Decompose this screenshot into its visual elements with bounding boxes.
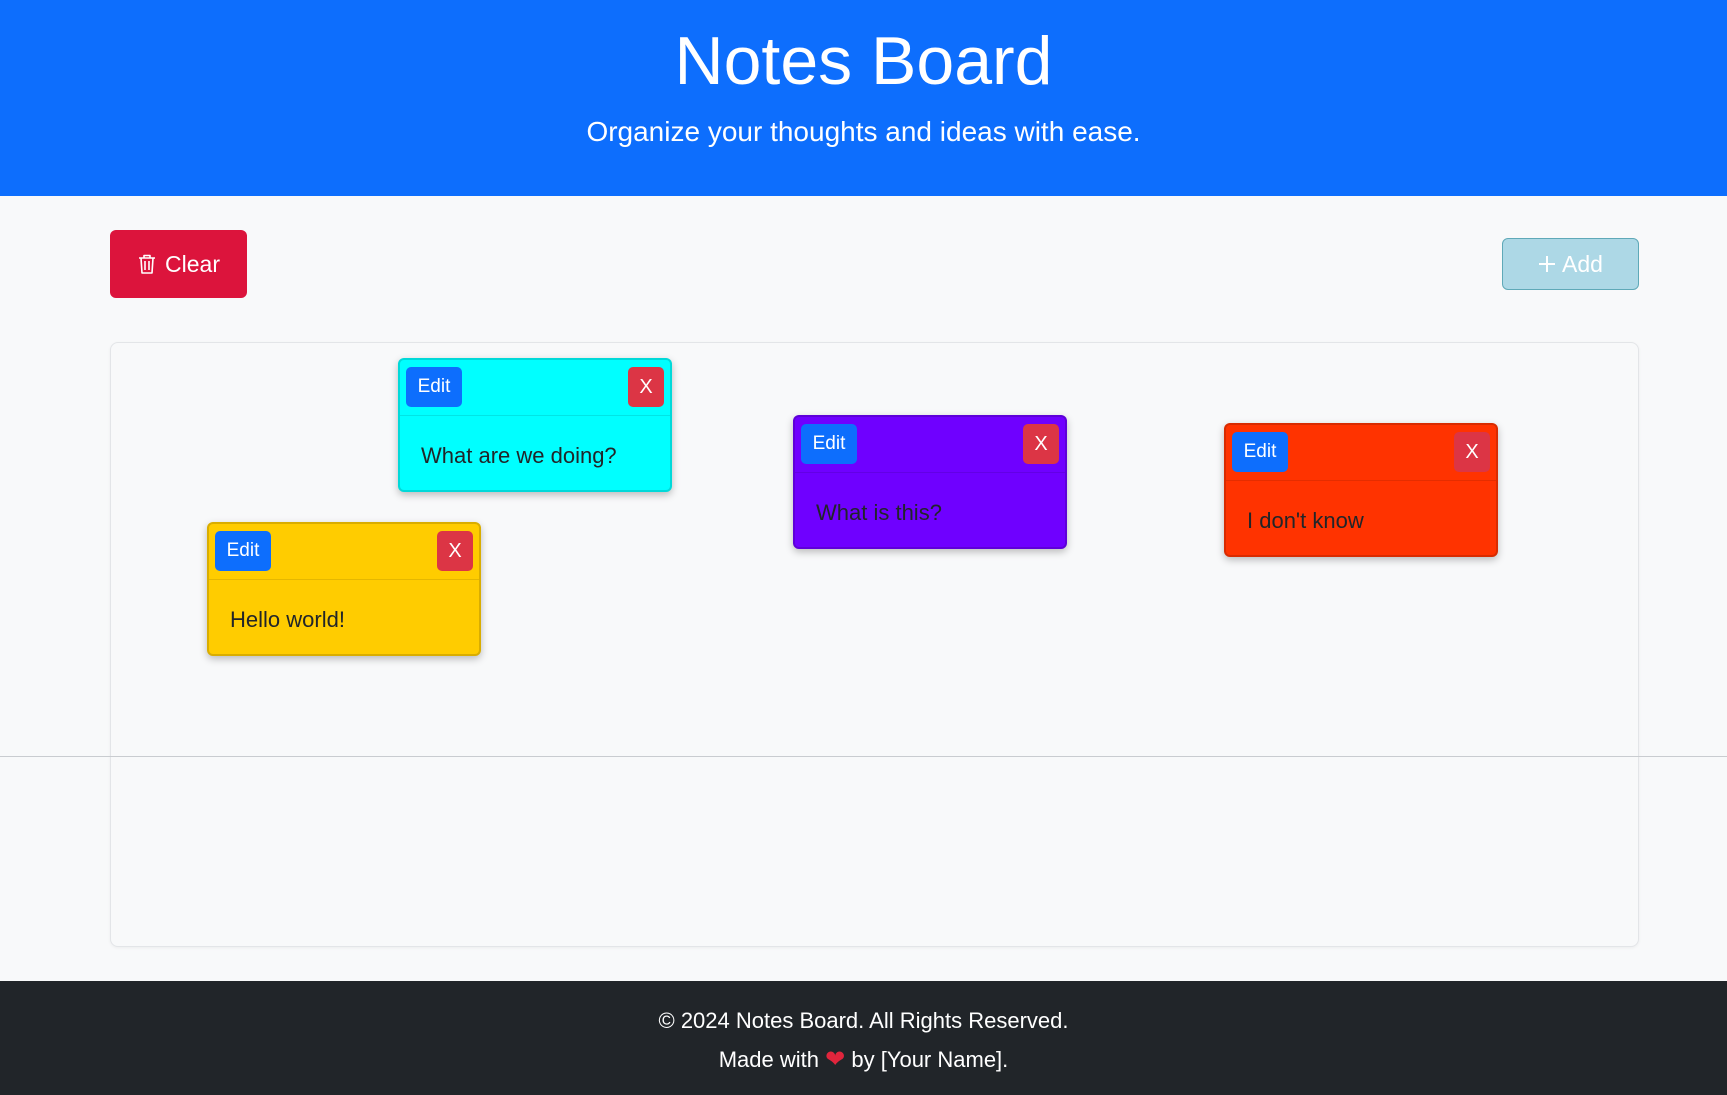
note-card[interactable]: Edit X Hello world! [207,522,481,656]
page-subtitle: Organize your thoughts and ideas with ea… [586,116,1141,147]
note-close-button[interactable]: X [1023,424,1059,464]
plus-icon [1539,256,1556,272]
footer-credit: Made with ❤ by [Your Name]. [0,1045,1727,1075]
note-text[interactable]: What are we doing? [421,442,617,470]
note-close-button[interactable]: X [628,367,664,407]
clear-button[interactable]: Clear [110,230,247,298]
note-header: Edit X [1226,425,1496,481]
footer-by-name: by [Your Name]. [851,1047,1009,1072]
note-header: Edit X [400,360,670,416]
note-edit-button[interactable]: Edit [406,367,462,407]
page-footer: © 2024 Notes Board. All Rights Reserved.… [0,981,1727,1095]
note-text[interactable]: What is this? [816,499,942,527]
note-card[interactable]: Edit X What are we doing? [398,358,672,492]
footer-made-with: Made with [718,1047,819,1072]
note-edit-button[interactable]: Edit [215,531,271,571]
heart-icon: ❤ [825,1046,846,1073]
note-edit-button[interactable]: Edit [1232,432,1288,472]
add-button[interactable]: Add [1502,238,1639,290]
add-button-label: Add [1562,250,1603,277]
note-edit-button[interactable]: Edit [801,424,857,464]
footer-copyright: © 2024 Notes Board. All Rights Reserved. [658,1008,1069,1033]
page-header: Notes Board Organize your thoughts and i… [0,0,1727,196]
note-text[interactable]: I don't know [1247,507,1364,535]
note-header: Edit X [209,524,479,580]
note-close-button[interactable]: X [1454,432,1490,472]
note-close-button[interactable]: X [437,531,473,571]
divider-line [0,756,1727,757]
note-header: Edit X [795,417,1065,473]
note-card[interactable]: Edit X I don't know [1224,423,1498,557]
clear-button-label: Clear [165,250,220,277]
note-text[interactable]: Hello world! [230,606,345,634]
page-title: Notes Board [674,23,1053,99]
trash-icon [139,254,156,274]
note-card[interactable]: Edit X What is this? [793,415,1067,549]
